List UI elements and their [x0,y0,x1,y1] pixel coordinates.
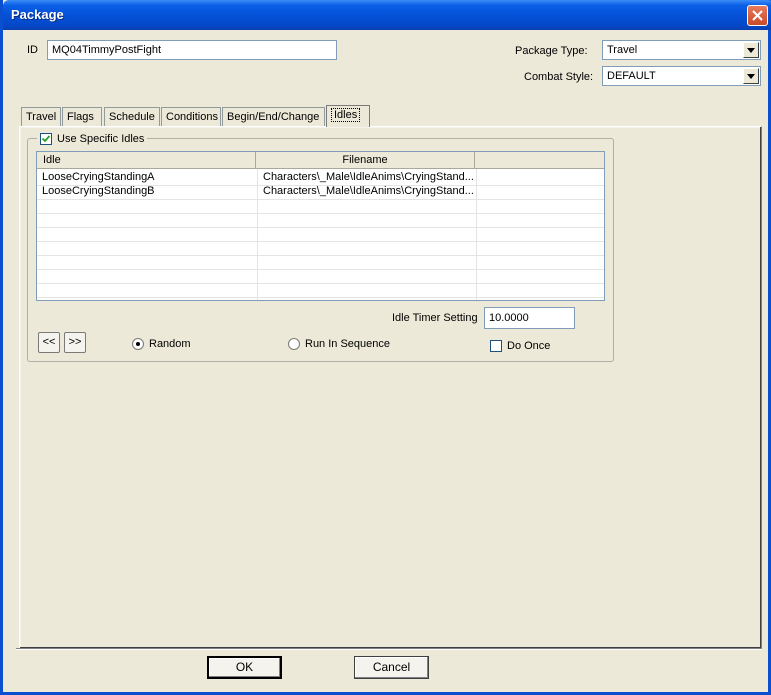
use-specific-idles-label: Use Specific Idles [57,133,145,145]
tab-travel[interactable]: Travel [21,107,61,126]
table-row[interactable]: LooseCryingStandingA Characters\_Male\Id… [37,171,604,186]
package-type-value: Travel [607,44,638,56]
tab-label: Schedule [109,111,155,123]
combat-style-value: DEFAULT [607,70,656,82]
close-button[interactable] [747,5,768,26]
move-down-button[interactable]: >> [64,332,86,353]
tab-begin-end-change[interactable]: Begin/End/Change [222,107,325,126]
run-in-sequence-radio[interactable] [288,338,300,350]
tab-label: Idles [331,108,361,122]
column-header-extra[interactable] [475,152,604,169]
idle-cell: LooseCryingStandingB [42,185,155,197]
do-once-checkbox[interactable] [490,340,502,352]
empty-row [37,241,604,256]
empty-row [37,269,604,284]
idles-list[interactable]: Idle Filename LooseCryingStandingA Chara… [36,151,605,301]
ok-button[interactable]: OK [207,656,282,679]
cancel-button[interactable]: Cancel [354,656,429,679]
idle-timer-input[interactable]: 10.0000 [484,307,575,329]
empty-row [37,255,604,270]
radio-selected-dot [136,342,140,346]
empty-row [37,199,604,214]
chevron-down-icon [747,48,755,53]
idle-cell: LooseCryingStandingA [42,171,155,183]
title-bar[interactable]: Package [3,0,771,30]
bottom-separator-highlight [16,649,762,650]
idle-timer-label: Idle Timer Setting [392,312,478,324]
do-once-label: Do Once [507,340,551,352]
close-icon [752,10,763,21]
tab-flags[interactable]: Flags [62,107,102,126]
tab-label: Travel [26,111,57,123]
tab-label: Flags [67,111,94,123]
empty-row [37,283,604,298]
package-type-select[interactable]: Travel [602,40,761,60]
check-icon [42,135,50,143]
column-header-idle[interactable]: Idle [37,152,256,169]
tab-label: Begin/End/Change [227,111,320,123]
package-dialog: Package ID MQ04TimmyPostFight Package Ty… [0,0,771,695]
window-title: Package [11,7,64,22]
use-specific-idles-checkbox[interactable] [40,133,52,145]
package-type-label: Package Type: [515,45,588,57]
chevron-down-icon [747,74,755,79]
move-up-button[interactable]: << [38,332,60,353]
run-in-sequence-label: Run In Sequence [305,338,391,350]
filename-cell: Characters\_Male\IdleAnims\CryingStand..… [263,171,473,183]
tab-idles[interactable]: Idles [326,105,370,127]
column-header-filename[interactable]: Filename [256,152,475,169]
id-input[interactable]: MQ04TimmyPostFight [47,40,337,60]
empty-row [37,227,604,242]
table-row[interactable]: LooseCryingStandingB Characters\_Male\Id… [37,185,604,200]
tab-schedule[interactable]: Schedule [104,107,160,126]
package-type-dropdown-button[interactable] [743,42,759,58]
id-label: ID [27,44,38,56]
combat-style-dropdown-button[interactable] [743,68,759,84]
random-label: Random [149,338,191,350]
filename-cell: Characters\_Male\IdleAnims\CryingStand..… [263,185,473,197]
tab-conditions[interactable]: Conditions [161,107,221,126]
combat-style-select[interactable]: DEFAULT [602,66,761,86]
tab-label: Conditions [166,111,218,123]
combat-style-label: Combat Style: [524,71,594,83]
random-radio[interactable] [132,338,144,350]
empty-row [37,213,604,228]
